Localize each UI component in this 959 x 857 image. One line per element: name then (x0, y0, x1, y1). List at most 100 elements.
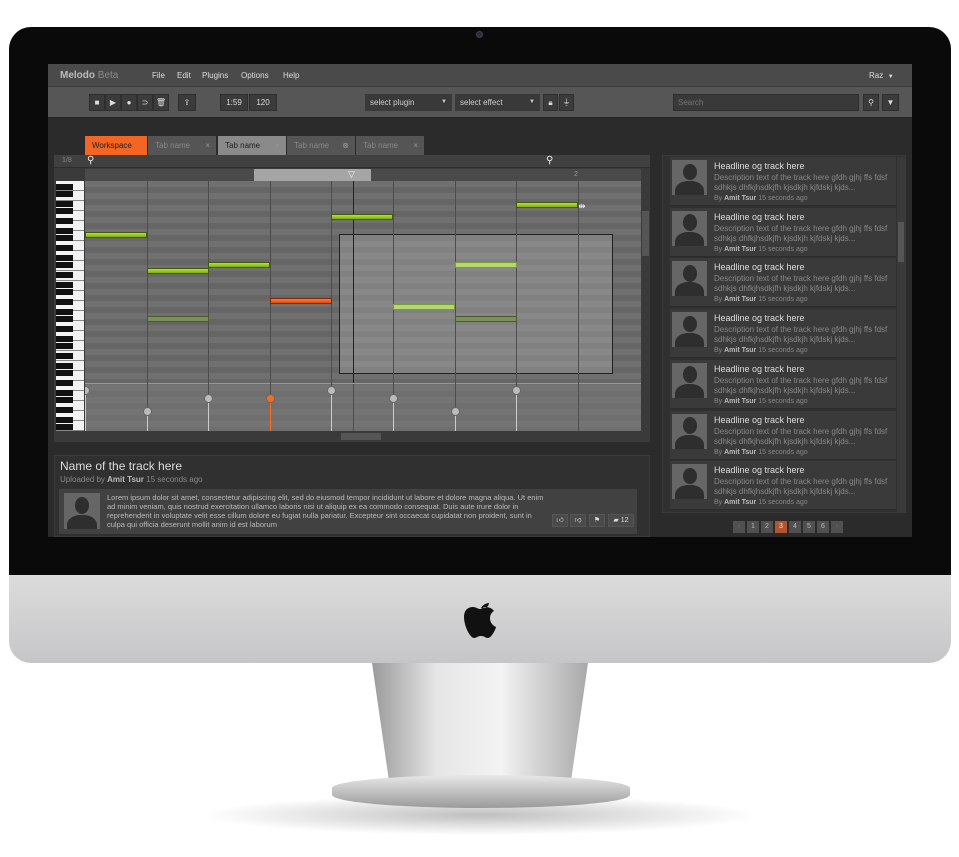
note[interactable] (208, 262, 270, 268)
scrollbar-thumb[interactable] (898, 222, 904, 262)
feed-headline[interactable]: Headline og track here (714, 465, 805, 475)
black-key[interactable] (56, 417, 73, 423)
like-button[interactable]: 👍︎ (552, 514, 568, 527)
tab-2[interactable]: Tab name × (218, 136, 286, 155)
pagination-prev-icon[interactable]: ‹ (733, 521, 745, 533)
black-key[interactable] (56, 397, 73, 403)
quantize-label[interactable]: 1/8 (62, 157, 72, 164)
black-key[interactable] (56, 235, 73, 241)
velocity-handle[interactable] (327, 385, 336, 395)
horizontal-scrollbar[interactable] (85, 432, 641, 441)
author-link[interactable]: Amit Tsur (724, 246, 756, 253)
menu-help[interactable]: Help (283, 71, 299, 80)
tab-3[interactable]: Tab name ⊗ (287, 136, 355, 155)
black-key[interactable] (56, 228, 73, 234)
black-key[interactable] (56, 208, 73, 214)
zoom-fit-icon[interactable]: ⚲ (546, 155, 553, 166)
comments-button[interactable]: ▰ 12 (608, 514, 634, 527)
feed-item[interactable]: Headline og track here Description text o… (670, 258, 896, 308)
loop-button[interactable]: ⊃ (137, 94, 153, 111)
plugin-connect-button[interactable]: ⏚ (559, 94, 574, 111)
scrollbar-thumb[interactable] (642, 211, 649, 256)
black-key[interactable] (56, 255, 73, 261)
search-input[interactable] (673, 94, 859, 111)
author-link[interactable]: Amit Tsur (107, 475, 144, 484)
note[interactable] (147, 268, 209, 274)
black-key[interactable] (56, 184, 73, 190)
menu-plugins[interactable]: Plugins (202, 71, 228, 80)
black-key[interactable] (56, 370, 73, 376)
author-link[interactable]: Amit Tsur (724, 347, 756, 354)
black-key[interactable] (56, 191, 73, 197)
feed-item[interactable]: Headline og track here Description text o… (670, 410, 896, 460)
flag-button[interactable]: ⚑ (589, 514, 605, 527)
velocity-handle[interactable] (204, 393, 213, 403)
black-key[interactable] (56, 363, 73, 369)
feed-item[interactable]: Headline og track here Description text o… (670, 461, 896, 511)
search-button[interactable]: ⚲ (863, 94, 879, 111)
tempo-display[interactable]: 120 (249, 94, 277, 111)
filter-button[interactable]: ▼ (882, 94, 899, 111)
black-key[interactable] (56, 245, 73, 251)
resize-handle-icon[interactable]: ⇹ (578, 201, 586, 212)
menu-file[interactable]: File (152, 71, 165, 80)
note[interactable] (85, 232, 147, 238)
note-grid[interactable]: ⇹ (85, 181, 641, 431)
black-key[interactable] (56, 309, 73, 315)
note[interactable] (331, 214, 393, 220)
zoom-icon[interactable]: ⚲ (87, 155, 94, 166)
black-key[interactable] (56, 289, 73, 295)
author-link[interactable]: Amit Tsur (724, 195, 756, 202)
page-5[interactable]: 5 (803, 521, 815, 533)
black-key[interactable] (56, 380, 73, 386)
velocity-lane[interactable] (85, 383, 641, 431)
black-key[interactable] (56, 282, 73, 288)
user-menu[interactable]: Raz ▼ (869, 71, 894, 80)
feed-headline[interactable]: Headline og track here (714, 364, 805, 374)
page-1[interactable]: 1 (747, 521, 759, 533)
black-key[interactable] (56, 343, 73, 349)
feed-item[interactable]: Headline og track here Description text o… (670, 359, 896, 409)
velocity-handle[interactable] (451, 406, 460, 416)
author-link[interactable]: Amit Tsur (724, 296, 756, 303)
author-link[interactable]: Amit Tsur (724, 398, 756, 405)
note[interactable] (455, 316, 517, 322)
pagination-next-icon[interactable]: › (831, 521, 843, 533)
feed-item[interactable]: Headline og track here Description text o… (670, 309, 896, 359)
timeline-ruler[interactable]: ▽ 2 (85, 169, 641, 181)
tab-0[interactable]: Workspace (85, 136, 147, 155)
record-button[interactable]: ● (121, 94, 137, 111)
note[interactable] (516, 202, 578, 208)
page-2[interactable]: 2 (761, 521, 773, 533)
feed-item[interactable]: Headline og track here Description text o… (670, 157, 896, 206)
black-key[interactable] (56, 218, 73, 224)
scrollbar-thumb[interactable] (341, 433, 381, 440)
note[interactable] (147, 316, 209, 322)
trash-button[interactable]: 🗑 (153, 94, 169, 111)
feed-headline[interactable]: Headline og track here (714, 415, 805, 425)
feed-item[interactable]: Headline og track here Description text o… (670, 207, 896, 257)
play-button[interactable]: ▶ (105, 94, 121, 111)
vertical-scrollbar[interactable] (641, 181, 650, 431)
close-icon[interactable]: × (413, 136, 418, 155)
stop-button[interactable]: ■ (89, 94, 105, 111)
velocity-handle[interactable] (512, 385, 521, 395)
page-4[interactable]: 4 (789, 521, 801, 533)
page-3[interactable]: 3 (775, 521, 787, 533)
effect-select[interactable]: select effect ▼ (455, 94, 540, 111)
menu-options[interactable]: Options (241, 71, 269, 80)
black-key[interactable] (56, 272, 73, 278)
close-icon[interactable]: × (205, 136, 210, 155)
dislike-button[interactable]: 👎︎ (570, 514, 586, 527)
feed-headline[interactable]: Headline og track here (714, 212, 805, 222)
black-key[interactable] (56, 407, 73, 413)
lock-button[interactable]: 🔒︎ (543, 94, 558, 111)
note[interactable] (270, 298, 332, 304)
export-button[interactable]: ⇪ (178, 94, 196, 111)
velocity-handle[interactable] (143, 406, 152, 416)
velocity-handle[interactable] (266, 393, 275, 403)
plugin-select[interactable]: select plugin ▼ (365, 94, 452, 111)
playhead-marker-icon[interactable]: ▽ (348, 169, 355, 180)
tab-4[interactable]: Tab name × (356, 136, 424, 155)
black-key[interactable] (56, 299, 73, 305)
